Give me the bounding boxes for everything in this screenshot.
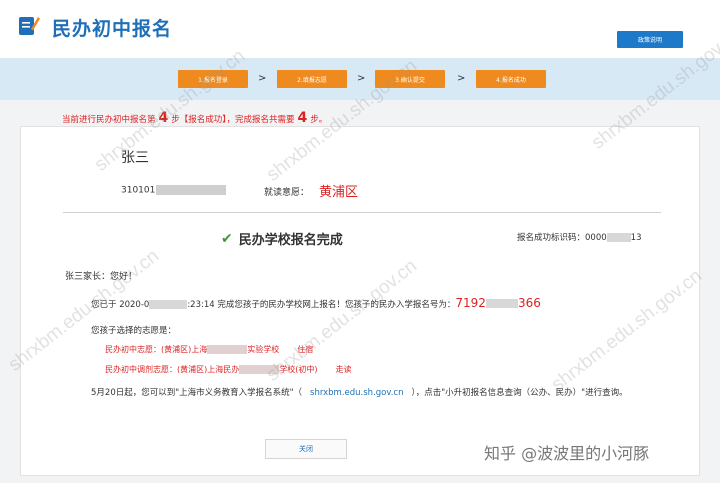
preference-primary-suffix: 实验学校 — [247, 345, 280, 354]
site-header: 民办初中报名 政策说明 — [0, 0, 720, 58]
preference-primary-tag: 住宿 — [297, 345, 314, 354]
step-4: 4.报名成功 — [476, 70, 546, 88]
student-id-prefix: 310101 — [121, 185, 156, 196]
redacted-mask — [485, 299, 518, 308]
registration-text: :23:14 完成您孩子的民办学校网上报名！您孩子的民办入学报名号为： — [187, 300, 456, 310]
notice-mid: 步【报名成功】，完成报名共需要 — [171, 115, 295, 125]
query-instructions: 5月20日起，您可以到"上海市义务教育入学报名系统"（ shrxbm.edu.sh… — [91, 385, 671, 401]
query-system-link[interactable]: shrxbm.edu.sh.gov.cn — [302, 388, 411, 398]
student-id: 310101 — [121, 185, 227, 196]
registration-number-prefix: 7192 — [455, 296, 486, 310]
greeting: 张三家长：您好！ — [65, 272, 138, 282]
completion-title: 民办学校报名完成 — [238, 233, 343, 248]
success-code-prefix: 0000 — [585, 233, 607, 243]
step-arrow-icon: > — [258, 73, 267, 84]
checkmark-icon: ✔ — [221, 230, 233, 247]
preference-adjustment-tag: 走读 — [335, 365, 352, 374]
query-prefix: 5月20日起，您可以到"上海市义务教育入学报名系统"（ — [91, 388, 303, 398]
close-button[interactable]: 关闭 — [265, 439, 347, 459]
step-1: 1.报名登录 — [178, 70, 248, 88]
preference-adjustment-prefix: 民办初中调剂志愿：(黄浦区)上海民办 — [105, 365, 240, 374]
preference-primary: 民办初中志愿：(黄浦区)上海 实验学校 住宿 — [105, 344, 313, 355]
divider — [63, 212, 661, 213]
credit-watermark: 知乎 @波波里的小河豚 — [484, 444, 650, 463]
redacted-mask — [239, 365, 280, 374]
student-name: 张三 — [121, 150, 149, 166]
completion-heading: ✔ 民办学校报名完成 — [221, 229, 343, 249]
redacted-mask — [207, 345, 248, 354]
intent-value: 黄浦区 — [319, 185, 359, 200]
redacted-mask — [156, 185, 227, 195]
registration-line: 您已于 2020-0 :23:14 完成您孩子的民办学校网上报名！您孩子的民办入学… — [91, 296, 541, 310]
success-code: 报名成功标识码：0000 13 — [517, 231, 641, 243]
preference-adjustment: 民办初中调剂志愿：(黄浦区)上海民办 学校(初中) 走读 — [105, 364, 352, 375]
notice-total-steps: 4 — [297, 110, 308, 126]
notice-current-step: 4 — [158, 110, 169, 126]
step-2: 2.填报志愿 — [277, 70, 347, 88]
step-3: 3.确认提交 — [375, 70, 445, 88]
preference-adjustment-suffix: 学校(初中) — [279, 365, 318, 374]
step-progress-bar: 1.报名登录 > 2.填报志愿 > 3.确认提交 > 4.报名成功 — [0, 58, 720, 100]
registration-number: 7192 366 — [455, 296, 540, 310]
success-code-suffix: 13 — [630, 233, 642, 243]
result-panel: 张三 310101 就读意愿： 黄浦区 ✔ 民办学校报名完成 报名成功标识码：0… — [20, 126, 700, 476]
site-title: 民办初中报名 — [52, 18, 173, 40]
progress-notice: 当前进行民办初中报名第 4 步【报名成功】，完成报名共需要 4 步。 — [62, 110, 327, 126]
redacted-mask — [149, 300, 188, 309]
intent-label: 就读意愿： — [264, 188, 310, 198]
pencil-document-icon — [19, 17, 40, 35]
registration-date-prefix: 您已于 2020-0 — [91, 300, 150, 310]
step-arrow-icon: > — [457, 73, 466, 84]
step-arrow-icon: > — [357, 73, 366, 84]
preference-title: 您孩子选择的志愿是： — [91, 326, 177, 336]
notice-prefix: 当前进行民办初中报名第 — [62, 115, 156, 125]
notice-suffix: 步。 — [310, 115, 328, 125]
registration-number-suffix: 366 — [517, 296, 541, 310]
redacted-mask — [606, 233, 631, 242]
policy-button[interactable]: 政策说明 — [617, 31, 683, 48]
query-suffix: ），点击"小升初报名信息查询（公办、民办）"进行查询。 — [411, 388, 628, 398]
preference-primary-prefix: 民办初中志愿：(黄浦区)上海 — [105, 345, 208, 354]
success-code-label: 报名成功标识码： — [517, 233, 586, 243]
